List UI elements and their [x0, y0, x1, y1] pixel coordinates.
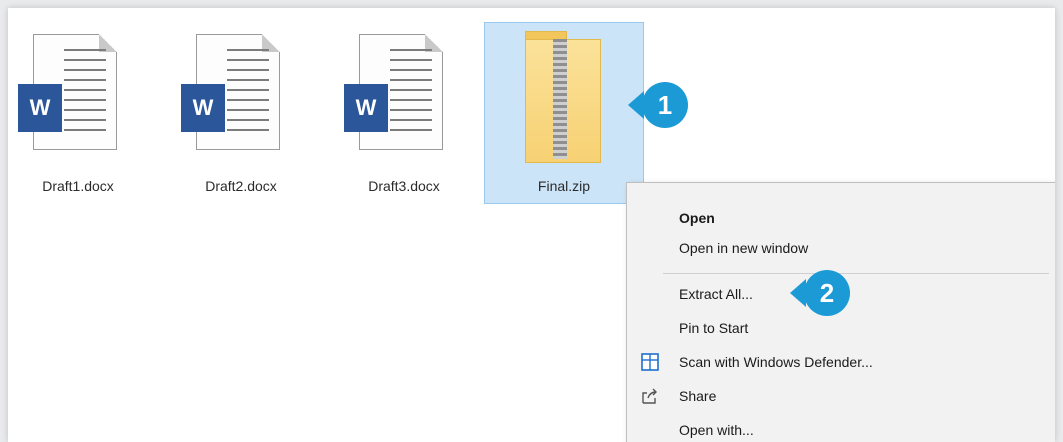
word-icon: W: [18, 84, 62, 132]
menu-item-label: Scan with Windows Defender...: [679, 354, 873, 370]
file-item-draft3[interactable]: W Draft3.docx: [334, 8, 474, 203]
menu-item-label: Open in new window: [679, 240, 809, 256]
menu-separator: [663, 273, 1049, 274]
file-item-final-zip[interactable]: Final.zip: [484, 22, 644, 204]
word-icon: W: [344, 84, 388, 132]
menu-item-share[interactable]: Share: [627, 381, 1055, 411]
callout-badge-2: 2: [804, 270, 850, 316]
zipper-icon: [553, 39, 567, 159]
word-icon: W: [181, 84, 225, 132]
menu-item-label: Share: [679, 388, 717, 404]
menu-item-pin-to-start[interactable]: Pin to Start: [627, 313, 1055, 343]
share-icon: [641, 387, 659, 405]
file-name: Draft2.docx: [205, 178, 277, 194]
menu-item-scan-defender[interactable]: Scan with Windows Defender...: [627, 347, 1055, 377]
callout-badge-1: 1: [642, 82, 688, 128]
file-item-draft1[interactable]: W Draft1.docx: [8, 8, 148, 203]
menu-item-open-with[interactable]: Open with...: [627, 415, 1055, 442]
file-explorer-view: W Draft1.docx W Draft2.docx W Draft3.doc…: [8, 8, 1055, 442]
file-item-draft2[interactable]: W Draft2.docx: [171, 8, 311, 203]
menu-item-open[interactable]: Open: [627, 203, 1055, 233]
menu-item-label: Pin to Start: [679, 320, 749, 336]
file-name: Final.zip: [537, 178, 591, 194]
file-name: Draft3.docx: [368, 178, 440, 194]
menu-item-label: Open: [679, 210, 715, 226]
menu-item-label: Extract All...: [679, 286, 753, 302]
context-menu: Open Open in new window Extract All... P…: [626, 182, 1055, 442]
windows-defender-icon: [641, 353, 659, 371]
menu-item-label: Open with...: [679, 422, 754, 438]
file-name: Draft1.docx: [42, 178, 114, 194]
menu-item-open-new-window[interactable]: Open in new window: [627, 233, 1055, 263]
